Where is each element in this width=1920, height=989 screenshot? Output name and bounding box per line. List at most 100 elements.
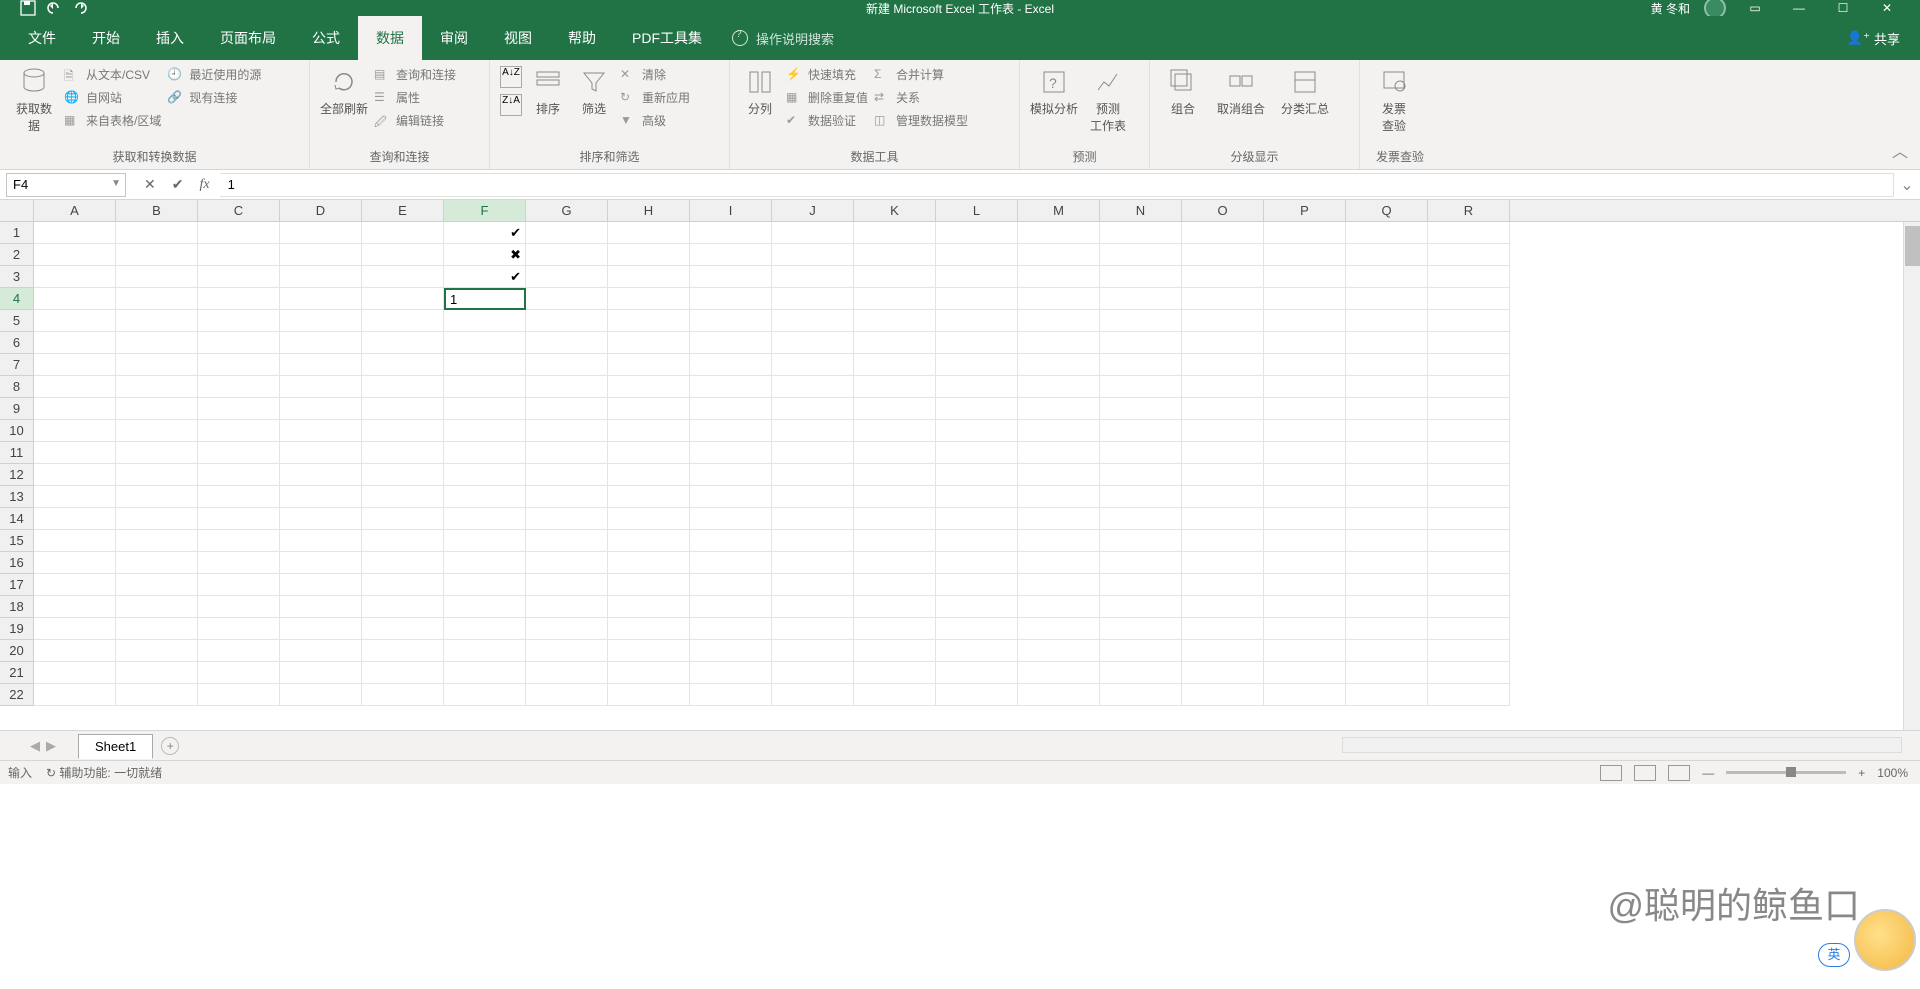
cell[interactable] bbox=[1018, 354, 1100, 376]
recent-sources-button[interactable]: 🕘最近使用的源 bbox=[167, 66, 261, 83]
cell[interactable] bbox=[1264, 222, 1346, 244]
cell[interactable] bbox=[116, 332, 198, 354]
cell[interactable] bbox=[198, 486, 280, 508]
cell[interactable] bbox=[854, 398, 936, 420]
cell[interactable] bbox=[690, 332, 772, 354]
cell[interactable] bbox=[1100, 288, 1182, 310]
cell[interactable] bbox=[280, 244, 362, 266]
cell[interactable] bbox=[362, 354, 444, 376]
cell[interactable] bbox=[1428, 684, 1510, 706]
cell[interactable] bbox=[526, 420, 608, 442]
cell[interactable] bbox=[1346, 530, 1428, 552]
row-header[interactable]: 1 bbox=[0, 222, 33, 244]
forecast-sheet-button[interactable]: 预测 工作表 bbox=[1084, 66, 1132, 134]
new-sheet-button[interactable]: + bbox=[161, 737, 179, 755]
cell[interactable] bbox=[1018, 596, 1100, 618]
cell[interactable] bbox=[772, 640, 854, 662]
cell[interactable] bbox=[280, 398, 362, 420]
cell[interactable] bbox=[1264, 662, 1346, 684]
tab-view[interactable]: 视图 bbox=[486, 16, 550, 60]
properties-button[interactable]: ☰属性 bbox=[374, 89, 456, 106]
cell[interactable] bbox=[1428, 288, 1510, 310]
cell[interactable] bbox=[1100, 486, 1182, 508]
cell[interactable] bbox=[1100, 552, 1182, 574]
cell[interactable] bbox=[1264, 574, 1346, 596]
cell[interactable] bbox=[1428, 618, 1510, 640]
cell[interactable] bbox=[936, 662, 1018, 684]
cell[interactable] bbox=[854, 244, 936, 266]
cell[interactable] bbox=[116, 552, 198, 574]
cell[interactable] bbox=[280, 640, 362, 662]
cell[interactable] bbox=[198, 596, 280, 618]
cell[interactable] bbox=[608, 266, 690, 288]
tab-insert[interactable]: 插入 bbox=[138, 16, 202, 60]
cell[interactable] bbox=[116, 596, 198, 618]
cell[interactable] bbox=[34, 244, 116, 266]
cell[interactable] bbox=[362, 464, 444, 486]
cell[interactable] bbox=[526, 310, 608, 332]
cell[interactable] bbox=[854, 222, 936, 244]
cell[interactable] bbox=[854, 508, 936, 530]
cell[interactable] bbox=[198, 244, 280, 266]
cell[interactable] bbox=[1100, 684, 1182, 706]
cell[interactable] bbox=[1428, 442, 1510, 464]
cell[interactable] bbox=[1346, 486, 1428, 508]
row-header[interactable]: 10 bbox=[0, 420, 33, 442]
clear-filter-button[interactable]: ✕清除 bbox=[620, 66, 690, 83]
tab-pdf-tools[interactable]: PDF工具集 bbox=[614, 16, 720, 60]
cell[interactable] bbox=[772, 420, 854, 442]
cell[interactable] bbox=[280, 266, 362, 288]
tab-home[interactable]: 开始 bbox=[74, 16, 138, 60]
cell[interactable] bbox=[444, 442, 526, 464]
cell[interactable] bbox=[772, 442, 854, 464]
cell[interactable] bbox=[444, 398, 526, 420]
cell[interactable] bbox=[936, 398, 1018, 420]
existing-connections-button[interactable]: 🔗现有连接 bbox=[167, 89, 261, 106]
cell[interactable] bbox=[198, 640, 280, 662]
cell[interactable] bbox=[608, 574, 690, 596]
cell[interactable] bbox=[608, 442, 690, 464]
cell[interactable] bbox=[1182, 530, 1264, 552]
cell[interactable] bbox=[690, 486, 772, 508]
cell[interactable] bbox=[608, 332, 690, 354]
cell[interactable] bbox=[280, 442, 362, 464]
cell[interactable] bbox=[526, 222, 608, 244]
cell[interactable] bbox=[1428, 640, 1510, 662]
cell[interactable] bbox=[608, 508, 690, 530]
cell[interactable] bbox=[116, 530, 198, 552]
cell[interactable] bbox=[1018, 420, 1100, 442]
cell[interactable] bbox=[1018, 640, 1100, 662]
cell[interactable] bbox=[198, 398, 280, 420]
chevron-down-icon[interactable]: ▼ bbox=[111, 178, 121, 189]
cell[interactable] bbox=[1018, 574, 1100, 596]
ribbon-display-icon[interactable]: ▭ bbox=[1740, 1, 1770, 15]
cell[interactable] bbox=[1264, 354, 1346, 376]
cell[interactable] bbox=[1264, 618, 1346, 640]
cell[interactable] bbox=[1346, 222, 1428, 244]
row-header[interactable]: 13 bbox=[0, 486, 33, 508]
cell[interactable] bbox=[444, 354, 526, 376]
cell[interactable] bbox=[362, 222, 444, 244]
cell[interactable] bbox=[690, 354, 772, 376]
cell[interactable] bbox=[690, 640, 772, 662]
cell[interactable] bbox=[198, 354, 280, 376]
relationships-button[interactable]: ⇄关系 bbox=[874, 89, 968, 106]
cell[interactable] bbox=[772, 332, 854, 354]
cell[interactable] bbox=[116, 222, 198, 244]
manage-model-button[interactable]: ◫管理数据模型 bbox=[874, 112, 968, 129]
row-header[interactable]: 14 bbox=[0, 508, 33, 530]
cell[interactable] bbox=[526, 464, 608, 486]
cell[interactable] bbox=[1182, 574, 1264, 596]
cell[interactable] bbox=[1182, 618, 1264, 640]
cell[interactable] bbox=[116, 288, 198, 310]
cell[interactable] bbox=[34, 530, 116, 552]
cell[interactable] bbox=[34, 508, 116, 530]
cell[interactable] bbox=[362, 684, 444, 706]
sort-asc-icon[interactable]: A↓Z bbox=[500, 66, 522, 88]
cell[interactable] bbox=[1100, 618, 1182, 640]
cell[interactable] bbox=[936, 552, 1018, 574]
cell[interactable] bbox=[1264, 508, 1346, 530]
cell[interactable] bbox=[1264, 398, 1346, 420]
cell[interactable] bbox=[608, 618, 690, 640]
cell[interactable] bbox=[1100, 574, 1182, 596]
